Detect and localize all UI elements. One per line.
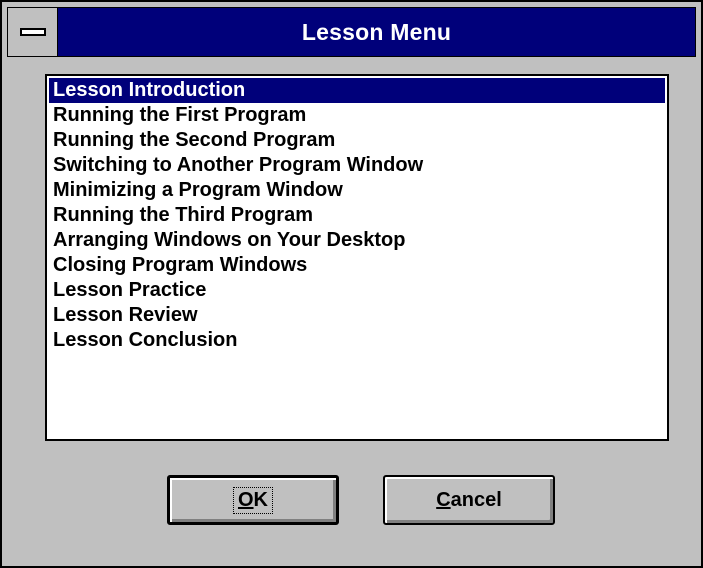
- ok-button-label: OK: [232, 486, 273, 514]
- control-menu-dash-icon: [19, 28, 46, 36]
- lesson-list-item[interactable]: Closing Program Windows: [49, 253, 665, 278]
- lesson-list-item[interactable]: Arranging Windows on Your Desktop: [49, 228, 665, 253]
- ok-button[interactable]: OK: [167, 475, 339, 525]
- control-menu-button[interactable]: [8, 8, 58, 56]
- cancel-button-label: Cancel: [436, 489, 502, 512]
- lesson-menu-dialog: Lesson Menu Lesson Introduction Running …: [0, 0, 703, 568]
- lesson-list-item[interactable]: Lesson Review: [49, 303, 665, 328]
- lesson-list-item[interactable]: Running the Third Program: [49, 203, 665, 228]
- cancel-mnemonic: C: [436, 488, 451, 511]
- ok-label-rest: K: [253, 488, 268, 511]
- lesson-list-item[interactable]: Lesson Introduction: [49, 78, 665, 103]
- lesson-list-item[interactable]: Running the First Program: [49, 103, 665, 128]
- lesson-list-item[interactable]: Lesson Practice: [49, 278, 665, 303]
- lesson-list-item[interactable]: Lesson Conclusion: [49, 328, 665, 353]
- lesson-list-item[interactable]: Switching to Another Program Window: [49, 153, 665, 178]
- window-title: Lesson Menu: [301, 19, 452, 45]
- ok-mnemonic: O: [237, 488, 254, 511]
- lesson-list-item[interactable]: Minimizing a Program Window: [49, 178, 665, 203]
- title-bar[interactable]: Lesson Menu: [7, 7, 696, 57]
- dialog-client-area: Lesson Introduction Running the First Pr…: [7, 57, 696, 562]
- lesson-list-item[interactable]: Running the Second Program: [49, 128, 665, 153]
- cancel-label-rest: ancel: [450, 488, 502, 511]
- lesson-listbox[interactable]: Lesson Introduction Running the First Pr…: [45, 74, 669, 441]
- cancel-button[interactable]: Cancel: [383, 475, 555, 525]
